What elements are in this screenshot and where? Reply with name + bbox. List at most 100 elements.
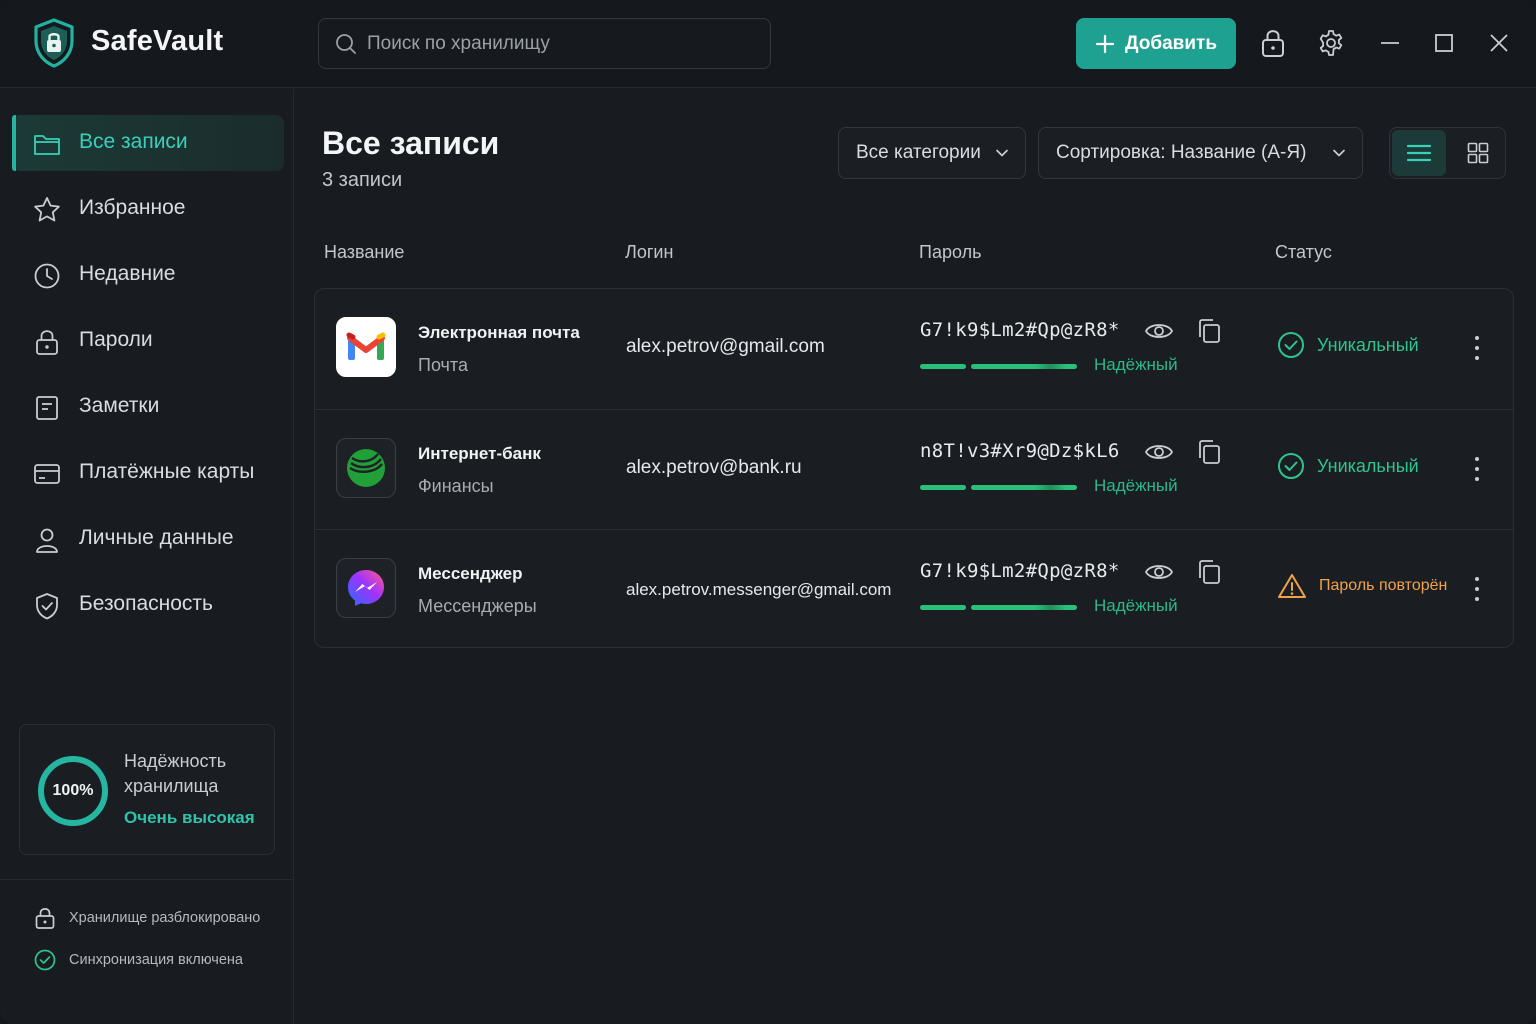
eye-icon[interactable] (1144, 439, 1174, 465)
strength-percent: 100% (52, 782, 94, 799)
sidebar-item-personal[interactable]: Личные данные (12, 511, 284, 567)
maximize-icon (1435, 34, 1453, 52)
sidebar-item-favorites[interactable]: Избранное (12, 181, 284, 237)
add-button-label: Добавить (1124, 32, 1218, 54)
settings-button[interactable] (1315, 27, 1347, 59)
chevron-down-icon (1333, 149, 1345, 157)
category-filter-dropdown[interactable]: Все категории (838, 127, 1026, 179)
shield-logo-icon (34, 18, 74, 68)
entry-category: Финансы (418, 476, 494, 496)
add-button[interactable]: Добавить (1076, 18, 1236, 69)
status-text: Уникальный (1317, 455, 1419, 476)
sort-label: Сортировка: Название (А-Я) (1056, 142, 1307, 163)
vault-strength-card: 100% Надёжность хранилища Очень высокая (19, 724, 275, 855)
copy-icon[interactable] (1196, 438, 1222, 466)
password-strength-label: Надёжный (1094, 476, 1178, 495)
sidebar-item-all[interactable]: Все записи (12, 115, 284, 171)
eye-icon[interactable] (1144, 318, 1174, 344)
sidebar-item-label: Избранное (79, 196, 186, 219)
vault-unlocked-text: Хранилище разблокировано (69, 910, 261, 926)
entry-category: Почта (418, 355, 468, 375)
folder-icon (34, 135, 60, 155)
entry-category: Мессенджеры (418, 596, 537, 616)
vault-unlocked-status: Хранилище разблокировано (34, 906, 260, 930)
bank-icon (336, 438, 396, 498)
entry-login[interactable]: alex.petrov@bank.ru (626, 457, 802, 479)
sync-status-text: Синхронизация включена (69, 952, 243, 968)
entry-login[interactable]: alex.petrov@gmail.com (626, 336, 825, 358)
column-header-login: Логин (625, 242, 674, 262)
sync-status: Синхронизация включена (34, 949, 243, 971)
warning-icon (1278, 574, 1306, 598)
lock-icon (1262, 30, 1284, 57)
messenger-icon (336, 558, 396, 618)
check-circle-icon (1278, 332, 1304, 358)
sidebar-item-security[interactable]: Безопасность (12, 577, 284, 633)
strength-bar-segment (971, 485, 1077, 490)
category-filter-label: Все категории (856, 142, 981, 163)
close-button[interactable] (1483, 27, 1515, 59)
table-row[interactable]: Электронная почта Почта alex.petrov@gmai… (315, 289, 1513, 409)
app-title: SafeVault (91, 25, 224, 57)
table-row[interactable]: Интернет-банк Финансы alex.petrov@bank.r… (315, 409, 1513, 529)
close-icon (1490, 34, 1508, 52)
check-circle-icon (34, 949, 56, 971)
sidebar-item-recent[interactable]: Недавние (12, 247, 284, 303)
gmail-icon (336, 317, 396, 377)
sidebar-item-passwords[interactable]: Пароли (12, 313, 284, 369)
search-icon (336, 34, 356, 54)
status-badge: Уникальный (1277, 331, 1419, 359)
entry-login[interactable]: alex.petrov.messenger@gmail.com (626, 580, 891, 600)
sidebar-item-notes[interactable]: Заметки (12, 379, 284, 435)
password-strength-label: Надёжный (1094, 596, 1178, 615)
more-options-icon[interactable] (1467, 333, 1487, 363)
strength-bar-segment (971, 605, 1077, 610)
maximize-button[interactable] (1428, 27, 1460, 59)
lock-icon (35, 908, 55, 929)
copy-icon[interactable] (1196, 317, 1222, 345)
check-circle-icon (1278, 453, 1304, 479)
plus-icon (1095, 34, 1115, 53)
entry-password[interactable]: G7!k9$Lm2#Qp@zR8* (920, 319, 1120, 341)
minimize-button[interactable] (1374, 27, 1406, 59)
column-header-password: Пароль (919, 242, 982, 262)
strength-bar-segment (920, 605, 966, 610)
strength-title: Надёжность хранилища (124, 751, 227, 796)
gear-icon (1319, 30, 1343, 56)
strength-bar-segment (920, 485, 966, 490)
sidebar-item-cards[interactable]: Платёжные карты (12, 445, 284, 501)
sort-dropdown[interactable]: Сортировка: Название (А-Я) (1038, 127, 1363, 179)
eye-icon[interactable] (1144, 559, 1174, 585)
status-badge: Пароль повторён (1277, 572, 1447, 600)
search-box[interactable] (318, 18, 771, 69)
sidebar-item-label: Пароли (79, 328, 153, 351)
page-title: Все записи (322, 125, 500, 161)
app-window: SafeVault Добавить (0, 0, 1536, 1024)
lock-vault-button[interactable] (1257, 27, 1289, 59)
entry-password[interactable]: G7!k9$Lm2#Qp@zR8* (920, 560, 1120, 582)
user-icon (36, 528, 58, 553)
status-text: Уникальный (1317, 334, 1419, 355)
search-input[interactable] (367, 19, 757, 68)
entry-name: Интернет-банк (418, 444, 541, 463)
table-row[interactable]: Мессенджер Мессенджеры alex.petrov.messe… (315, 529, 1513, 647)
more-options-icon[interactable] (1467, 454, 1487, 484)
note-icon (36, 396, 58, 420)
view-toggle (1389, 127, 1506, 179)
sidebar-item-label: Безопасность (79, 592, 213, 615)
minimize-icon (1381, 42, 1399, 44)
copy-icon[interactable] (1196, 558, 1222, 586)
sidebar-item-label: Личные данные (79, 526, 234, 549)
entry-password[interactable]: n8T!v3#Xr9@Dz$kL6 (920, 440, 1120, 462)
main-content: Все записи 3 записи Все категории Сортир… (295, 89, 1536, 1024)
column-header-name: Название (324, 242, 405, 262)
entries-table: Электронная почта Почта alex.petrov@gmai… (314, 288, 1514, 648)
list-view-button[interactable] (1392, 130, 1446, 176)
card-icon (34, 464, 60, 484)
sidebar-item-label: Заметки (79, 394, 160, 417)
grid-view-button[interactable] (1452, 130, 1504, 176)
more-options-icon[interactable] (1467, 574, 1487, 604)
sidebar-item-label: Недавние (79, 262, 176, 285)
title-bar: SafeVault Добавить (0, 0, 1536, 88)
strength-bar-segment (920, 364, 966, 369)
